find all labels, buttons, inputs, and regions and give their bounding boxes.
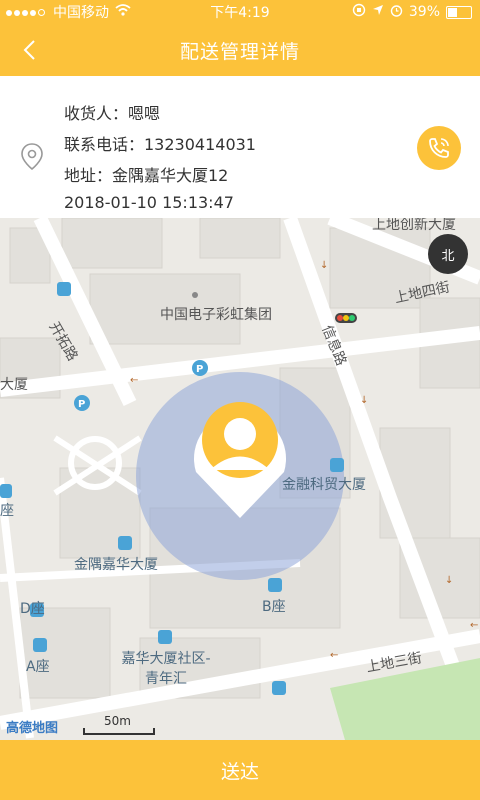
compass-north-label: 北: [441, 248, 455, 264]
status-bar: 中国移动 下午4:19 39%: [0, 0, 480, 24]
map-label-dasha-left: 大厦: [0, 377, 28, 393]
battery-percent: 39%: [408, 4, 440, 20]
amap-logo: 高德地图: [6, 721, 59, 736]
svg-text:↓: ↓: [320, 260, 328, 271]
deliver-button[interactable]: 送达: [0, 740, 480, 800]
map-label-cec: 中国电子彩虹集团: [160, 307, 272, 323]
receiver-card: 收货人：嗯嗯 联系电话：13230414031 地址：金隅嘉华大厦12 2018…: [0, 76, 480, 218]
battery-icon: [446, 5, 472, 19]
bus-stop-marker: [57, 282, 71, 296]
call-button[interactable]: [417, 126, 461, 170]
scale-bar: [83, 728, 155, 735]
back-button[interactable]: [14, 34, 44, 66]
svg-text:P: P: [196, 364, 203, 375]
svg-text:←: ←: [130, 375, 138, 386]
map-label-zuo-left: 座: [0, 503, 14, 519]
receiver-name: 收货人：嗯嗯: [64, 104, 161, 123]
order-time: 2018-01-10 15:13:47: [64, 193, 234, 212]
map-label-a-zuo: A座: [26, 659, 50, 675]
phone-icon: [429, 138, 449, 158]
deliver-label: 送达: [220, 760, 259, 783]
compass-button[interactable]: 北: [428, 234, 468, 274]
map-label-shangdi-top: 上地创新大厦: [372, 218, 456, 233]
map-view[interactable]: ← ↓ ↓ ↓ ← ← P P 中国电子彩虹集团 开拓路 信息路 上地四街 上地…: [0, 218, 480, 740]
page-title: 配送管理详情: [179, 40, 300, 63]
rotation-lock-icon: [352, 3, 366, 21]
map-label-jinrong: 金融科贸大厦: [282, 477, 366, 493]
svg-text:←: ←: [470, 620, 478, 631]
map-label-d-zuo: D座: [20, 601, 45, 617]
receiver-address: 地址：金隅嘉华大厦12: [64, 166, 229, 185]
nav-bar: 配送管理详情: [0, 24, 480, 76]
map-label-b-zuo: B座: [262, 599, 286, 615]
scale-label: 50m: [104, 714, 131, 728]
map-label-jinyu: 金隅嘉华大厦: [74, 557, 158, 573]
map-label-jiahua: 嘉华大厦社区-青年汇: [121, 651, 211, 687]
svg-text:←: ←: [330, 650, 338, 661]
location-pin-icon: [20, 142, 44, 176]
svg-text:P: P: [78, 399, 85, 410]
location-icon: [372, 4, 384, 20]
chevron-left-icon: [23, 40, 35, 60]
svg-text:↓: ↓: [360, 395, 368, 406]
alarm-icon: [390, 4, 403, 21]
svg-text:↓: ↓: [445, 575, 453, 586]
traffic-light-icon: [335, 313, 357, 323]
receiver-phone: 联系电话：13230414031: [64, 135, 256, 154]
